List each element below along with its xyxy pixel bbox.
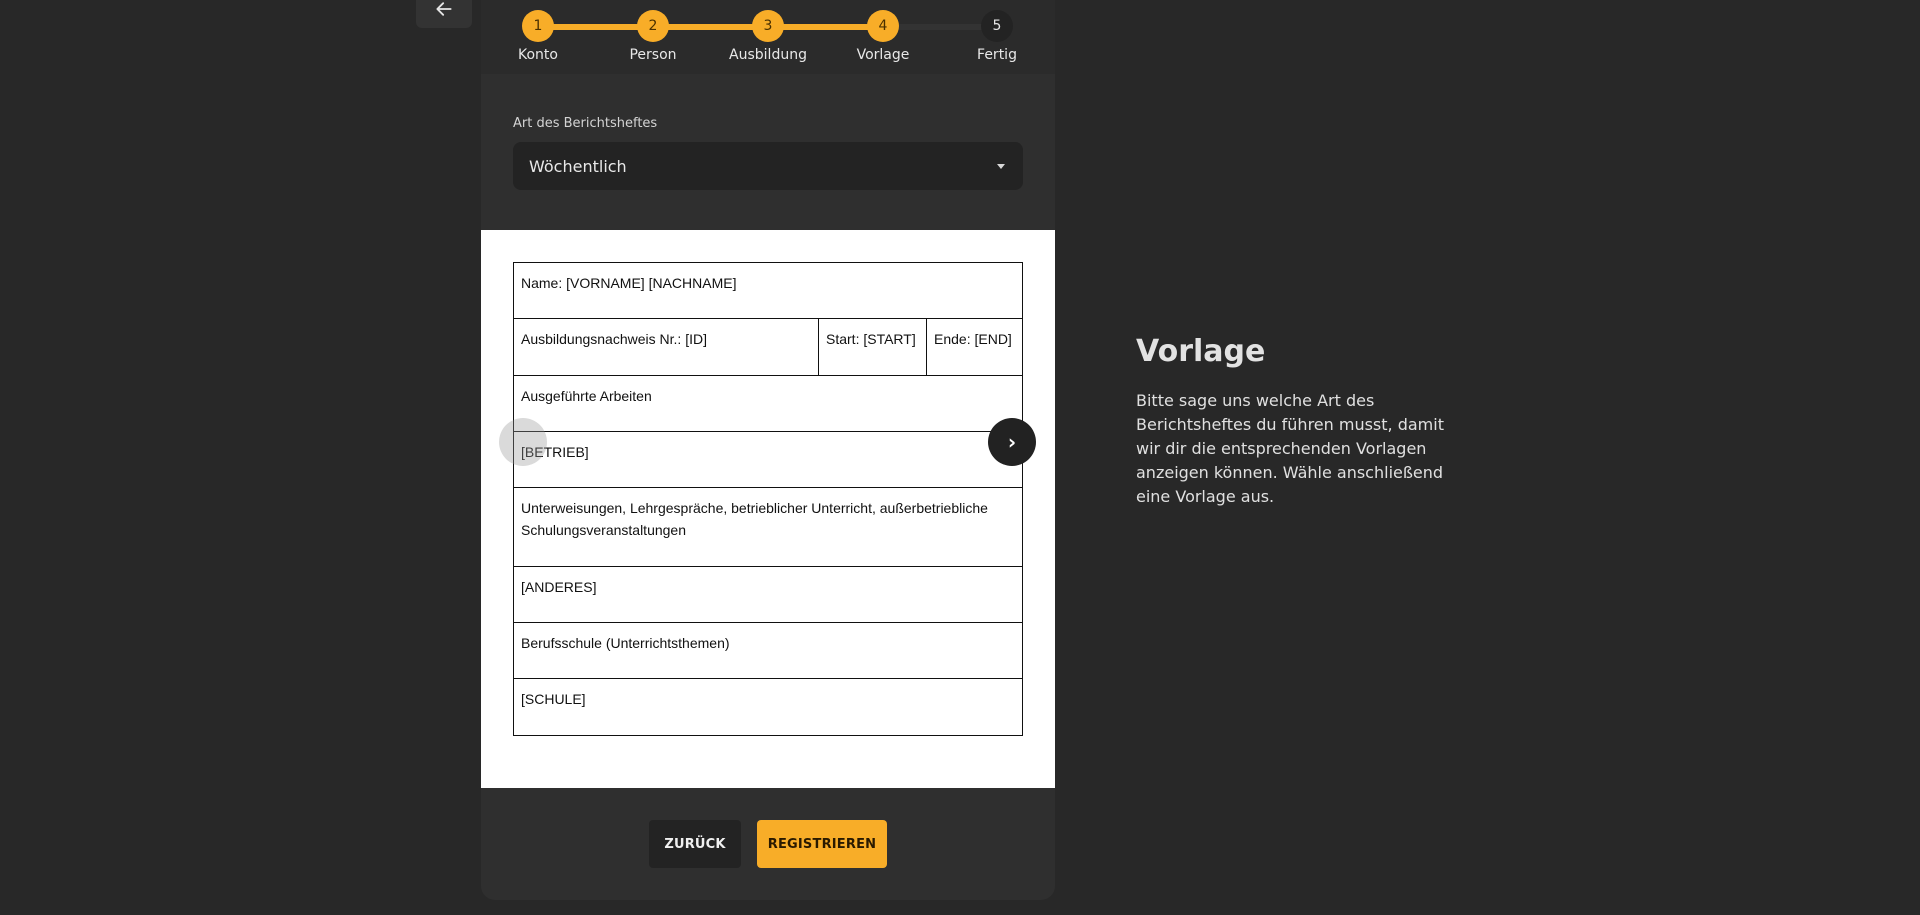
step-label: Konto	[518, 47, 558, 63]
step-number: 2	[637, 10, 669, 42]
step-label: Vorlage	[856, 47, 910, 63]
step-number: 1	[522, 10, 554, 42]
back-button[interactable]: ZURÜCK	[649, 820, 741, 868]
carousel-next-button[interactable]: ›	[988, 418, 1036, 466]
step-vorlage: 4 Vorlage	[838, 10, 928, 63]
carousel-prev-button[interactable]	[499, 418, 547, 466]
arrow-left-icon	[436, 2, 452, 16]
template-row-berufsschule: Berufsschule (Unterrichtsthemen)	[514, 623, 1022, 679]
template-anderes-text: [ANDERES]	[521, 579, 597, 595]
template-unterweisungen-text: Unterweisungen, Lehrgespräche, betriebli…	[521, 500, 988, 538]
template-name-text: Name: [VORNAME] [NACHNAME]	[521, 275, 737, 291]
template-arbeiten-text: Ausgeführte Arbeiten	[521, 388, 652, 404]
info-title: Vorlage	[1136, 334, 1266, 369]
template-row-betrieb: [BETRIEB]	[514, 432, 1022, 488]
stepper: 1 Konto 2 Person 3 Ausbildung 4 Vorlage …	[481, 0, 1055, 74]
form-actions: ZURÜCK REGISTRIEREN	[481, 820, 1055, 868]
step-label: Person	[629, 47, 677, 63]
report-type-select[interactable]: Wöchentlich	[513, 142, 1023, 190]
step-number: 3	[752, 10, 784, 42]
step-number: 5	[981, 10, 1013, 42]
template-row-unterweisungen: Unterweisungen, Lehrgespräche, betriebli…	[514, 488, 1022, 567]
back-arrow-button[interactable]	[416, 0, 472, 28]
registration-card: 1 Konto 2 Person 3 Ausbildung 4 Vorlage …	[481, 0, 1055, 900]
step-person: 2 Person	[608, 10, 698, 63]
stepper-progress-track	[538, 24, 878, 30]
info-panel: Vorlage Bitte sage uns welche Art des Be…	[1136, 334, 1456, 509]
step-fertig: 5 Fertig	[952, 10, 1042, 63]
report-type-label: Art des Berichtsheftes	[513, 116, 658, 131]
template-start-cell: Start: [START]	[819, 319, 927, 375]
template-row-anderes: [ANDERES]	[514, 567, 1022, 623]
report-type-value: Wöchentlich	[529, 156, 627, 176]
template-form: Name: [VORNAME] [NACHNAME] Ausbildungsna…	[513, 262, 1023, 736]
template-row-nachweis: Ausbildungsnachweis Nr.: [ID] Start: [ST…	[514, 319, 1022, 376]
template-ende-cell: Ende: [END]	[934, 331, 1012, 347]
info-text: Bitte sage uns welche Art des Berichtshe…	[1136, 391, 1444, 506]
template-preview[interactable]: Name: [VORNAME] [NACHNAME] Ausbildungsna…	[481, 230, 1055, 788]
template-row-arbeiten: Ausgeführte Arbeiten	[514, 376, 1022, 432]
step-label: Fertig	[977, 47, 1017, 63]
template-row-schule: [SCHULE]	[514, 679, 1022, 735]
caret-down-icon	[997, 163, 1005, 169]
template-row-name: Name: [VORNAME] [NACHNAME]	[514, 263, 1022, 319]
register-button[interactable]: REGISTRIEREN	[757, 820, 887, 868]
step-konto: 1 Konto	[493, 10, 583, 63]
template-nachweis-cell: Ausbildungsnachweis Nr.: [ID]	[514, 319, 819, 375]
template-berufsschule-text: Berufsschule (Unterrichtsthemen)	[521, 635, 730, 651]
step-number: 4	[867, 10, 899, 42]
step-ausbildung: 3 Ausbildung	[723, 10, 813, 63]
chevron-right-icon: ›	[1007, 430, 1017, 454]
template-schule-text: [SCHULE]	[521, 691, 586, 707]
step-label: Ausbildung	[729, 47, 807, 63]
